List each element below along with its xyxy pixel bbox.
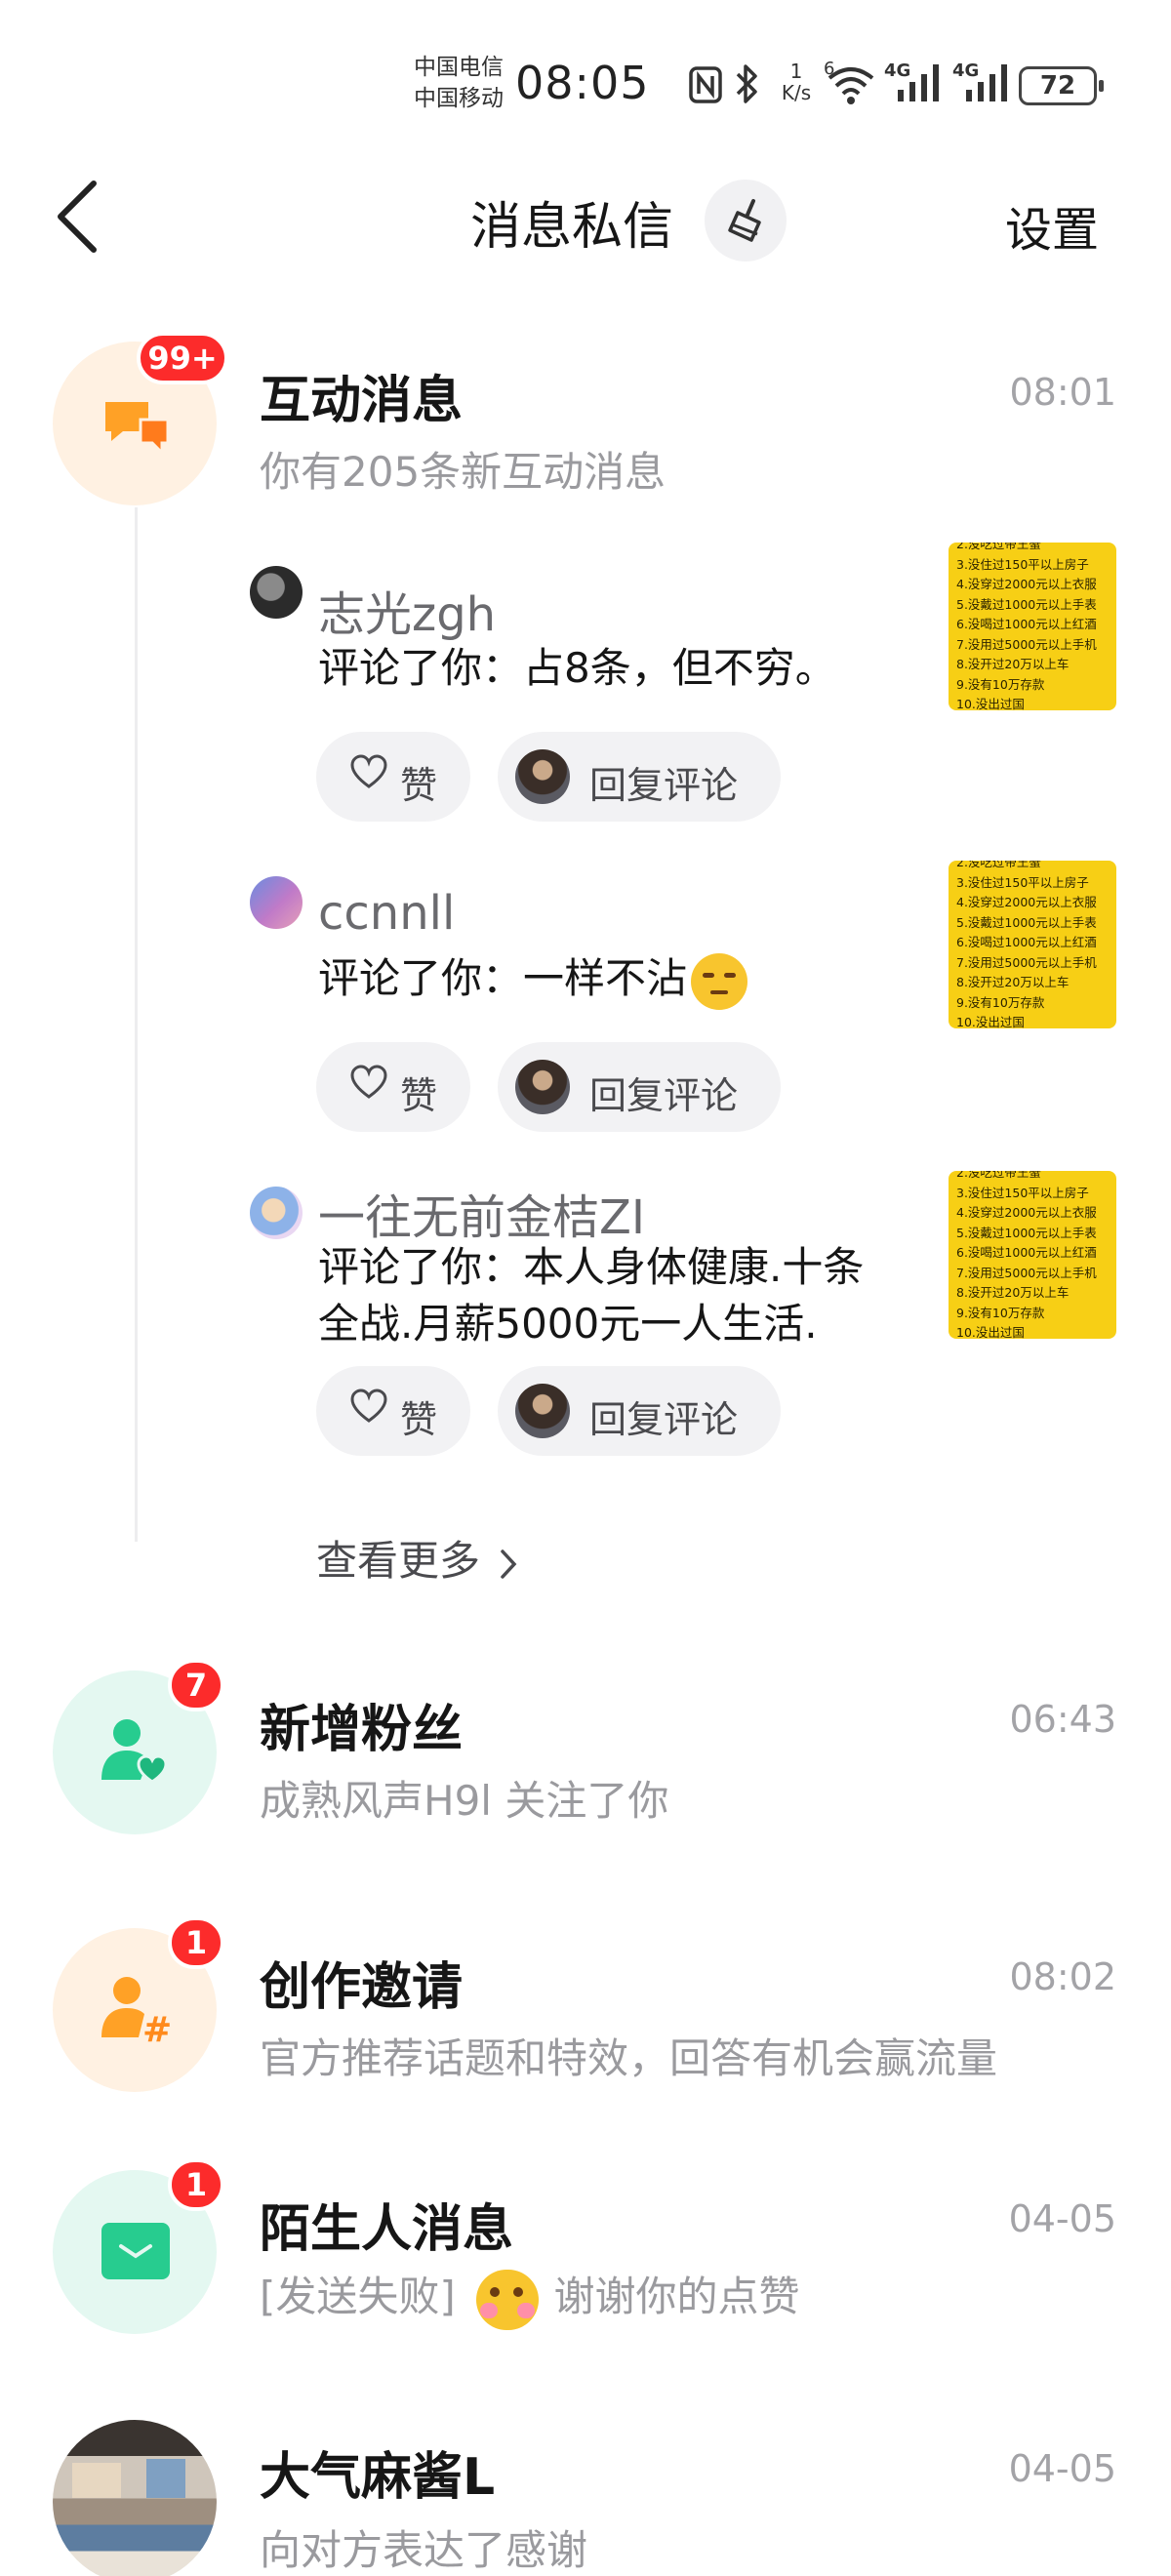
stranger-title: 陌生人消息 bbox=[260, 2200, 514, 2259]
invite-title: 创作邀请 bbox=[260, 1958, 464, 2017]
commenter-avatar[interactable] bbox=[250, 876, 303, 929]
page-title: 消息私信 bbox=[470, 198, 674, 257]
followers-time: 06:43 bbox=[1009, 1698, 1116, 1741]
comment-item[interactable]: ccnnll 评论了你：一样不沾 赞 回复评论 2.没吃过帝王蟹 3.没住过15… bbox=[250, 857, 1118, 1140]
clear-unread-button[interactable] bbox=[705, 180, 787, 262]
envelope-icon bbox=[101, 2223, 170, 2279]
comment-text-line-2: 全战.月薪5000元一人生活. bbox=[318, 1300, 818, 1348]
comment-item[interactable]: 一往无前金桔ZI 评论了你：本人身体健康.十条 全战.月薪5000元一人生活. … bbox=[250, 1167, 1118, 1469]
send-failed-tag: [发送失败] bbox=[260, 2273, 456, 2320]
broom-icon bbox=[728, 199, 761, 242]
invite-time: 08:02 bbox=[1009, 1955, 1116, 1998]
followers-subtitle: 成熟风声H9l 关注了你 bbox=[260, 1777, 669, 1825]
signal-2: 4G bbox=[952, 60, 1017, 105]
status-bar: 中国电信 中国移动 08:05 1 K/s 6 4G 4G 72 bbox=[0, 0, 1171, 146]
carrier-1: 中国电信 bbox=[414, 55, 504, 80]
commenter-avatar[interactable] bbox=[250, 1187, 303, 1239]
chat-time: 04-05 bbox=[1008, 2447, 1116, 2490]
commenter-name[interactable]: 志光zgh bbox=[318, 576, 496, 644]
stranger-subtitle: [发送失败] 谢谢你的点赞 bbox=[260, 2264, 800, 2330]
unread-badge: 1 bbox=[168, 1916, 224, 1969]
heart-outline-icon bbox=[350, 754, 387, 788]
interactions-time: 08:01 bbox=[1009, 371, 1116, 414]
stranger-messages-row[interactable]: 1 陌生人消息 04-05 [发送失败] 谢谢你的点赞 bbox=[0, 2158, 1171, 2354]
my-avatar bbox=[515, 1060, 570, 1114]
interactions-subtitle: 你有205条新互动消息 bbox=[260, 448, 666, 496]
nfc-icon bbox=[689, 66, 722, 103]
stranger-last-message: 谢谢你的点赞 bbox=[553, 2273, 800, 2320]
post-thumbnail[interactable]: 2.没吃过帝王蟹 3.没住过150平以上房子 4.没穿过2000元以上衣服 5.… bbox=[949, 861, 1116, 1028]
new-followers-row[interactable]: 7 新增粉丝 06:43 成熟风声H9l 关注了你 bbox=[0, 1659, 1171, 1854]
heart-outline-icon bbox=[350, 1389, 387, 1423]
unread-badge: 7 bbox=[168, 1659, 224, 1711]
stranger-time: 04-05 bbox=[1008, 2197, 1116, 2240]
reply-label: 回复评论 bbox=[589, 1398, 739, 1441]
interactions-row[interactable]: 99+ 互动消息 08:01 你有205条新互动消息 bbox=[0, 332, 1171, 527]
back-button[interactable] bbox=[51, 178, 109, 256]
reply-label: 回复评论 bbox=[589, 1074, 739, 1117]
creation-invite-row[interactable]: # 1 创作邀请 08:02 官方推荐话题和特效，回答有机会赢流量 bbox=[0, 1916, 1171, 2112]
signal-1: 4G bbox=[884, 60, 949, 105]
unread-badge: 99+ bbox=[137, 332, 228, 384]
post-thumbnail[interactable]: 2.没吃过帝王蟹 3.没住过150平以上房子 4.没穿过2000元以上衣服 5.… bbox=[949, 543, 1116, 710]
unread-badge: 1 bbox=[168, 2158, 224, 2211]
like-button[interactable]: 赞 bbox=[316, 1042, 470, 1132]
view-more-link[interactable]: 查看更多 bbox=[316, 1528, 518, 1588]
like-button[interactable]: 赞 bbox=[316, 1366, 470, 1456]
thread-line bbox=[135, 507, 138, 1542]
hug-emoji-icon bbox=[476, 2269, 540, 2330]
svg-text:#: # bbox=[142, 2010, 172, 2050]
like-button[interactable]: 赞 bbox=[316, 732, 470, 822]
heart-outline-icon bbox=[350, 1065, 387, 1099]
comment-item[interactable]: 志光zgh 评论了你：占8条，但不穷。 赞 回复评论 2.没吃过帝王蟹 3.没住… bbox=[250, 543, 1118, 829]
like-label: 赞 bbox=[400, 764, 438, 807]
commenter-avatar[interactable] bbox=[250, 566, 303, 619]
chat-bubbles-icon bbox=[105, 402, 170, 455]
reply-comment-button[interactable]: 回复评论 bbox=[498, 1366, 781, 1456]
carrier-2: 中国移动 bbox=[414, 86, 504, 111]
bluetooth-icon bbox=[736, 64, 757, 103]
chat-user-name: 大气麻酱L bbox=[260, 2448, 496, 2507]
net-speed: 1 K/s bbox=[781, 60, 812, 104]
comment-text: 评论了你：一样不沾 bbox=[318, 950, 748, 1010]
followers-title: 新增粉丝 bbox=[260, 1701, 464, 1759]
reply-comment-button[interactable]: 回复评论 bbox=[498, 732, 781, 822]
frown-emoji-icon bbox=[691, 952, 748, 1010]
like-label: 赞 bbox=[400, 1398, 438, 1441]
post-thumbnail[interactable]: 2.没吃过帝王蟹 3.没住过150平以上房子 4.没穿过2000元以上衣服 5.… bbox=[949, 1171, 1116, 1339]
chevron-right-icon bbox=[501, 1549, 517, 1579]
comment-text-line-1: 评论了你：本人身体健康.十条 bbox=[318, 1243, 865, 1291]
chevron-left-icon bbox=[58, 181, 97, 253]
invite-subtitle: 官方推荐话题和特效，回答有机会赢流量 bbox=[260, 2034, 998, 2082]
user-hashtag-icon: # bbox=[101, 1977, 172, 2050]
chat-last-message: 向对方表达了感谢 bbox=[260, 2526, 588, 2574]
battery-indicator: 72 bbox=[1019, 66, 1104, 105]
my-avatar bbox=[515, 1384, 570, 1438]
reply-label: 回复评论 bbox=[589, 764, 739, 807]
commenter-name[interactable]: 一往无前金桔ZI bbox=[318, 1179, 645, 1247]
my-avatar bbox=[515, 749, 570, 804]
settings-button[interactable]: 设置 bbox=[1005, 191, 1099, 260]
status-time: 08:05 bbox=[515, 57, 650, 109]
commenter-name[interactable]: ccnnll bbox=[318, 886, 455, 941]
interactions-title: 互动消息 bbox=[260, 372, 464, 430]
avatar bbox=[53, 2420, 217, 2576]
chat-row-user[interactable]: 大气麻酱L 04-05 向对方表达了感谢 bbox=[0, 2408, 1171, 2576]
like-label: 赞 bbox=[400, 1074, 438, 1117]
user-heart-icon bbox=[101, 1719, 168, 1784]
wifi-label: 6 bbox=[824, 59, 835, 79]
reply-comment-button[interactable]: 回复评论 bbox=[498, 1042, 781, 1132]
comment-text: 评论了你：占8条，但不穷。 bbox=[318, 644, 836, 692]
